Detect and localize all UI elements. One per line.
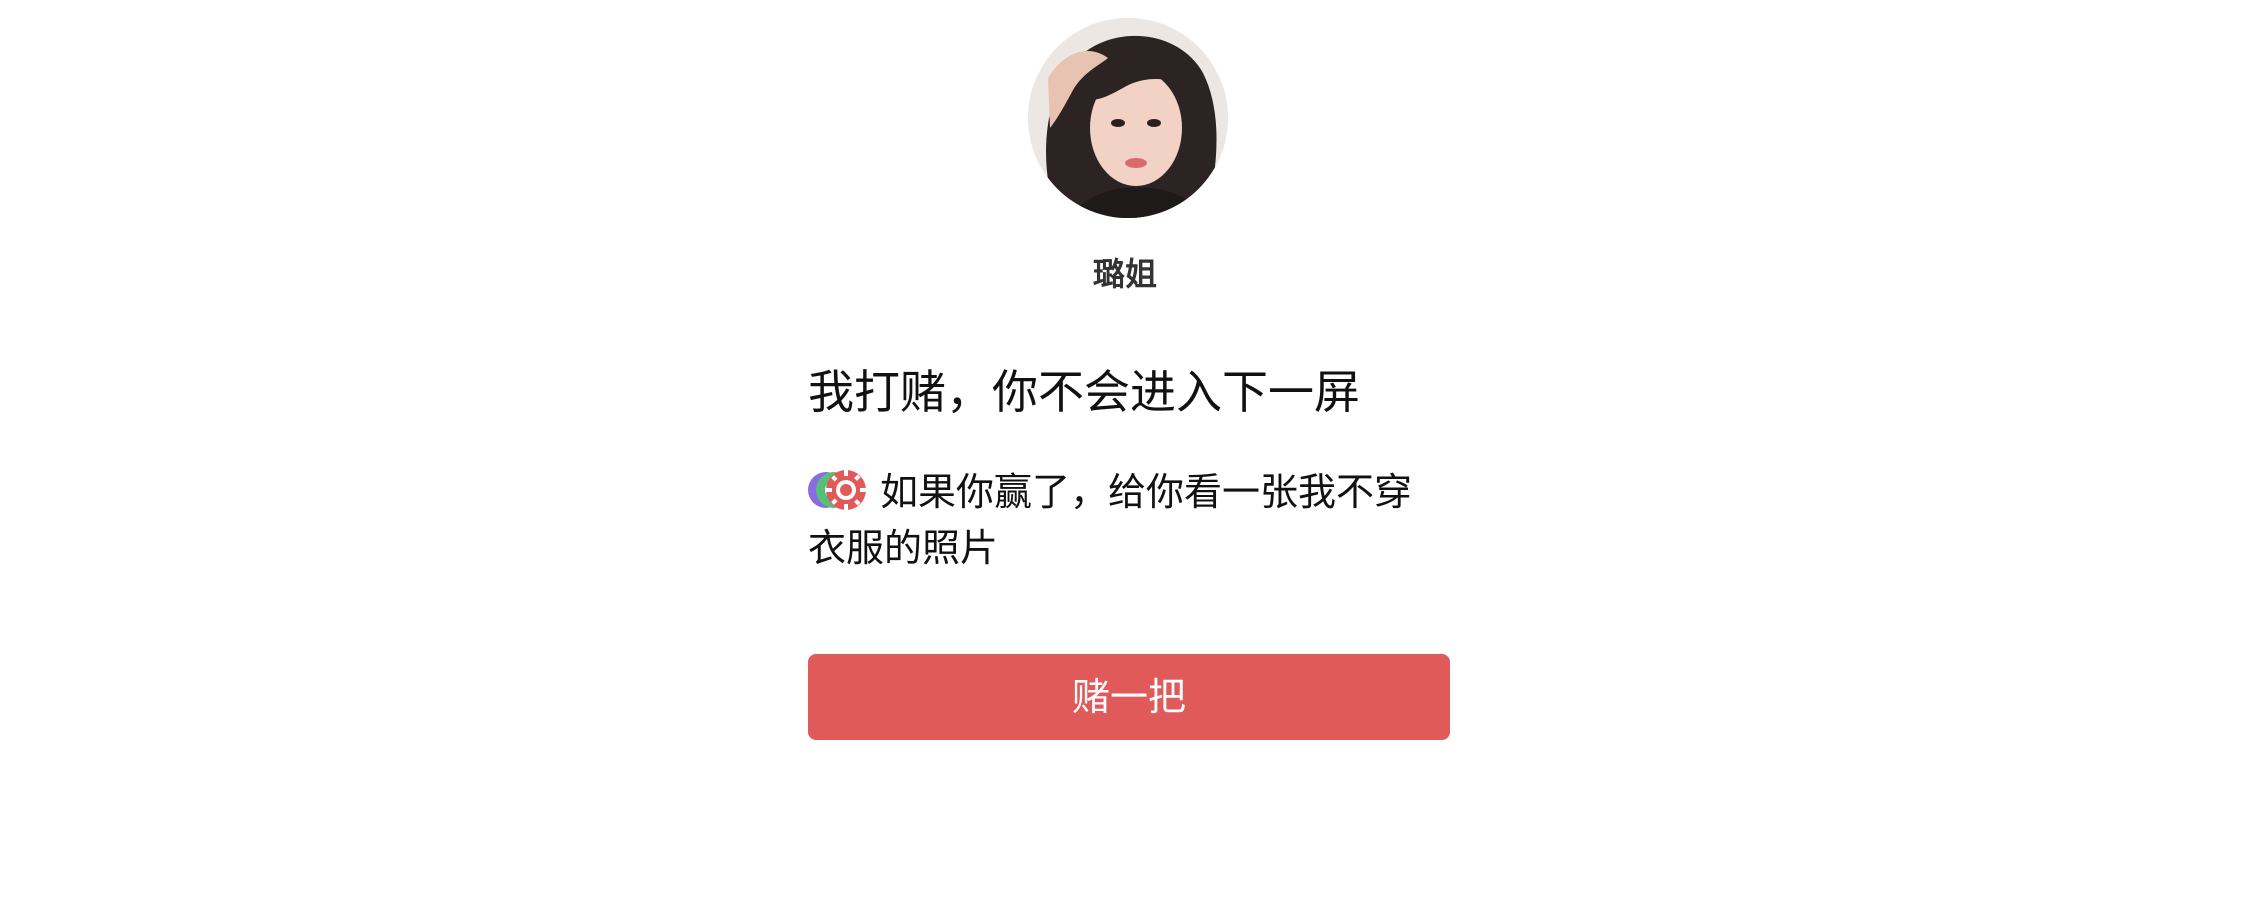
avatar xyxy=(1028,18,1228,218)
headline-text: 我打赌，你不会进入下一屏 xyxy=(808,365,1360,419)
username: 璐姐 xyxy=(1092,255,1157,293)
subline-text: 如果你赢了，给你看一张我不穿衣服的照片 xyxy=(808,470,1413,570)
poker-chip-icon xyxy=(808,467,870,513)
bet-button[interactable]: 赌一把 xyxy=(808,654,1450,740)
page: 璐姐 我打赌，你不会进入下一屏 如果你赢了，给你看一张我不穿衣服的照片 赌一把 xyxy=(0,0,2250,900)
avatar-photo xyxy=(1028,18,1228,218)
subline: 如果你赢了，给你看一张我不穿衣服的照片 xyxy=(808,464,1448,576)
